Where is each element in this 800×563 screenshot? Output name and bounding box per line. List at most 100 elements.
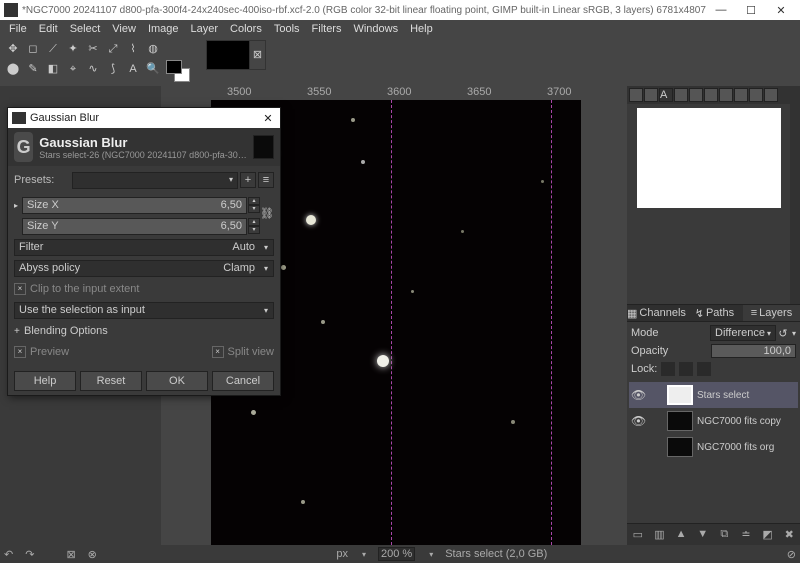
free-select-tool-icon[interactable]: ⟋ bbox=[44, 40, 62, 58]
sizex-spinner[interactable]: ▴▾ bbox=[248, 197, 260, 213]
status-delete-icon[interactable]: ⊗ bbox=[88, 548, 97, 561]
mask-layer-icon[interactable]: ◩ bbox=[761, 528, 775, 542]
text-tool-icon[interactable]: A bbox=[124, 60, 142, 78]
dialog-titlebar[interactable]: Gaussian Blur ✕ bbox=[8, 108, 280, 128]
pattern-icon[interactable] bbox=[704, 88, 718, 102]
maximize-button[interactable]: ☐ bbox=[736, 4, 766, 17]
bucket-tool-icon[interactable]: ◍ bbox=[144, 40, 162, 58]
preset-menu-button[interactable]: ≡ bbox=[258, 172, 274, 188]
status-redo-icon[interactable]: ↷ bbox=[25, 548, 34, 561]
chevron-right-icon[interactable]: ▸ bbox=[14, 201, 22, 210]
close-button[interactable]: ✕ bbox=[766, 4, 796, 17]
layer-row[interactable]: 👁 NGC7000 fits copy bbox=[629, 408, 798, 434]
sizex-field[interactable]: Size X6,50 bbox=[22, 197, 247, 214]
mode-switch-icon[interactable]: ↺ bbox=[776, 327, 790, 340]
vertical-guide[interactable] bbox=[391, 100, 392, 545]
lock-position-icon[interactable] bbox=[679, 362, 693, 376]
lock-pixels-icon[interactable] bbox=[661, 362, 675, 376]
layer-row[interactable]: NGC7000 fits org bbox=[629, 434, 798, 460]
ok-button[interactable]: OK bbox=[146, 371, 208, 391]
brush-icon[interactable] bbox=[734, 88, 748, 102]
help-button[interactable]: Help bbox=[14, 371, 76, 391]
menu-edit[interactable]: Edit bbox=[34, 22, 63, 36]
vertical-guide[interactable] bbox=[551, 100, 552, 545]
menu-layer[interactable]: Layer bbox=[186, 22, 224, 36]
status-undo-icon[interactable]: ↶ bbox=[4, 548, 13, 561]
tab-layers[interactable]: ≡Layers bbox=[743, 305, 800, 321]
paint-tool-icon[interactable]: ⬤ bbox=[4, 60, 22, 78]
ruler-horizontal[interactable]: 3500 3550 3600 3650 3700 bbox=[177, 86, 627, 100]
eraser-tool-icon[interactable]: ◧ bbox=[44, 60, 62, 78]
layer-name[interactable]: NGC7000 fits copy bbox=[697, 416, 781, 427]
status-cancel-icon[interactable]: ⊘ bbox=[787, 548, 796, 561]
visibility-toggle-icon[interactable]: 👁 bbox=[631, 388, 645, 402]
menu-help[interactable]: Help bbox=[405, 22, 438, 36]
dialog-close-button[interactable]: ✕ bbox=[260, 112, 276, 125]
menu-windows[interactable]: Windows bbox=[348, 22, 403, 36]
duplicate-layer-icon[interactable]: ⧉ bbox=[717, 528, 731, 542]
zoom-field[interactable]: 200 % bbox=[378, 547, 415, 561]
tab-channels[interactable]: ▦Channels bbox=[627, 305, 686, 321]
clone-tool-icon[interactable]: ⌖ bbox=[64, 60, 82, 78]
filter-select[interactable]: FilterAuto▾ bbox=[14, 239, 274, 256]
menu-colors[interactable]: Colors bbox=[225, 22, 267, 36]
layer-name[interactable]: NGC7000 fits org bbox=[697, 442, 774, 453]
nav-icon[interactable] bbox=[644, 88, 658, 102]
nav-thumbnail[interactable] bbox=[637, 108, 781, 208]
font-icon[interactable]: A bbox=[659, 88, 673, 102]
grad-icon[interactable] bbox=[689, 88, 703, 102]
tool-preset-icon[interactable] bbox=[719, 88, 733, 102]
selection-input-select[interactable]: Use the selection as input▾ bbox=[14, 302, 274, 319]
levels-icon[interactable] bbox=[674, 88, 688, 102]
layer-row[interactable]: 👁 Stars select bbox=[629, 382, 798, 408]
splitview-checkbox[interactable]: × bbox=[212, 346, 224, 358]
fg-color-swatch[interactable] bbox=[166, 60, 182, 74]
sizey-field[interactable]: Size Y6,50 bbox=[22, 218, 247, 235]
sizey-spinner[interactable]: ▴▾ bbox=[248, 218, 260, 234]
delete-layer-icon[interactable]: ✖ bbox=[782, 528, 796, 542]
image-tab[interactable]: ⊠ bbox=[206, 40, 266, 70]
move-tool-icon[interactable]: ✥ bbox=[4, 40, 22, 58]
layer-name[interactable]: Stars select bbox=[697, 390, 749, 401]
reset-button[interactable]: Reset bbox=[80, 371, 142, 391]
transform-tool-icon[interactable]: ⤢ bbox=[104, 40, 122, 58]
smudge-tool-icon[interactable]: ∿ bbox=[84, 60, 102, 78]
presets-select[interactable]: ▾ bbox=[72, 172, 238, 189]
unit-select[interactable]: px bbox=[336, 548, 348, 560]
status-close-icon[interactable]: ⊠ bbox=[66, 548, 75, 561]
link-icon[interactable]: ⛓ bbox=[260, 207, 274, 220]
lock-alpha-icon[interactable] bbox=[697, 362, 711, 376]
pointer-icon[interactable] bbox=[749, 88, 763, 102]
menu-image[interactable]: Image bbox=[143, 22, 184, 36]
zoom-tool-icon[interactable]: 🔍 bbox=[144, 60, 162, 78]
menu-filters[interactable]: Filters bbox=[307, 22, 347, 36]
menu-select[interactable]: Select bbox=[65, 22, 106, 36]
menu-icon[interactable] bbox=[764, 88, 778, 102]
rect-select-tool-icon[interactable]: ◻ bbox=[24, 40, 42, 58]
histogram-icon[interactable] bbox=[629, 88, 643, 102]
image-tab-close-icon[interactable]: ⊠ bbox=[250, 40, 266, 70]
brush-tool-icon[interactable]: ✎ bbox=[24, 60, 42, 78]
add-preset-button[interactable]: + bbox=[240, 172, 256, 188]
tab-paths[interactable]: ↯Paths bbox=[686, 305, 743, 321]
cancel-button[interactable]: Cancel bbox=[212, 371, 274, 391]
crop-tool-icon[interactable]: ✂ bbox=[84, 40, 102, 58]
raise-layer-icon[interactable]: ▲ bbox=[674, 528, 688, 542]
menu-file[interactable]: File bbox=[4, 22, 32, 36]
path-tool-icon[interactable]: ⟆ bbox=[104, 60, 122, 78]
lower-layer-icon[interactable]: ▼ bbox=[696, 528, 710, 542]
warp-tool-icon[interactable]: ⌇ bbox=[124, 40, 142, 58]
expand-icon[interactable]: + bbox=[14, 326, 24, 337]
merge-layer-icon[interactable]: ≐ bbox=[739, 528, 753, 542]
chevron-down-icon[interactable]: ▾ bbox=[792, 329, 796, 338]
mode-select[interactable]: Difference▾ bbox=[710, 325, 776, 341]
opacity-slider[interactable]: 100,0 bbox=[711, 344, 797, 358]
color-swatches[interactable] bbox=[166, 60, 194, 86]
minimize-button[interactable]: — bbox=[706, 4, 736, 16]
clip-checkbox[interactable]: × bbox=[14, 283, 26, 295]
abyss-select[interactable]: Abyss policyClamp▾ bbox=[14, 260, 274, 277]
new-layer-icon[interactable]: ▭ bbox=[631, 528, 645, 542]
menu-view[interactable]: View bbox=[107, 22, 141, 36]
right-dock-scrollbar[interactable] bbox=[790, 86, 800, 304]
new-group-icon[interactable]: ▥ bbox=[652, 528, 666, 542]
